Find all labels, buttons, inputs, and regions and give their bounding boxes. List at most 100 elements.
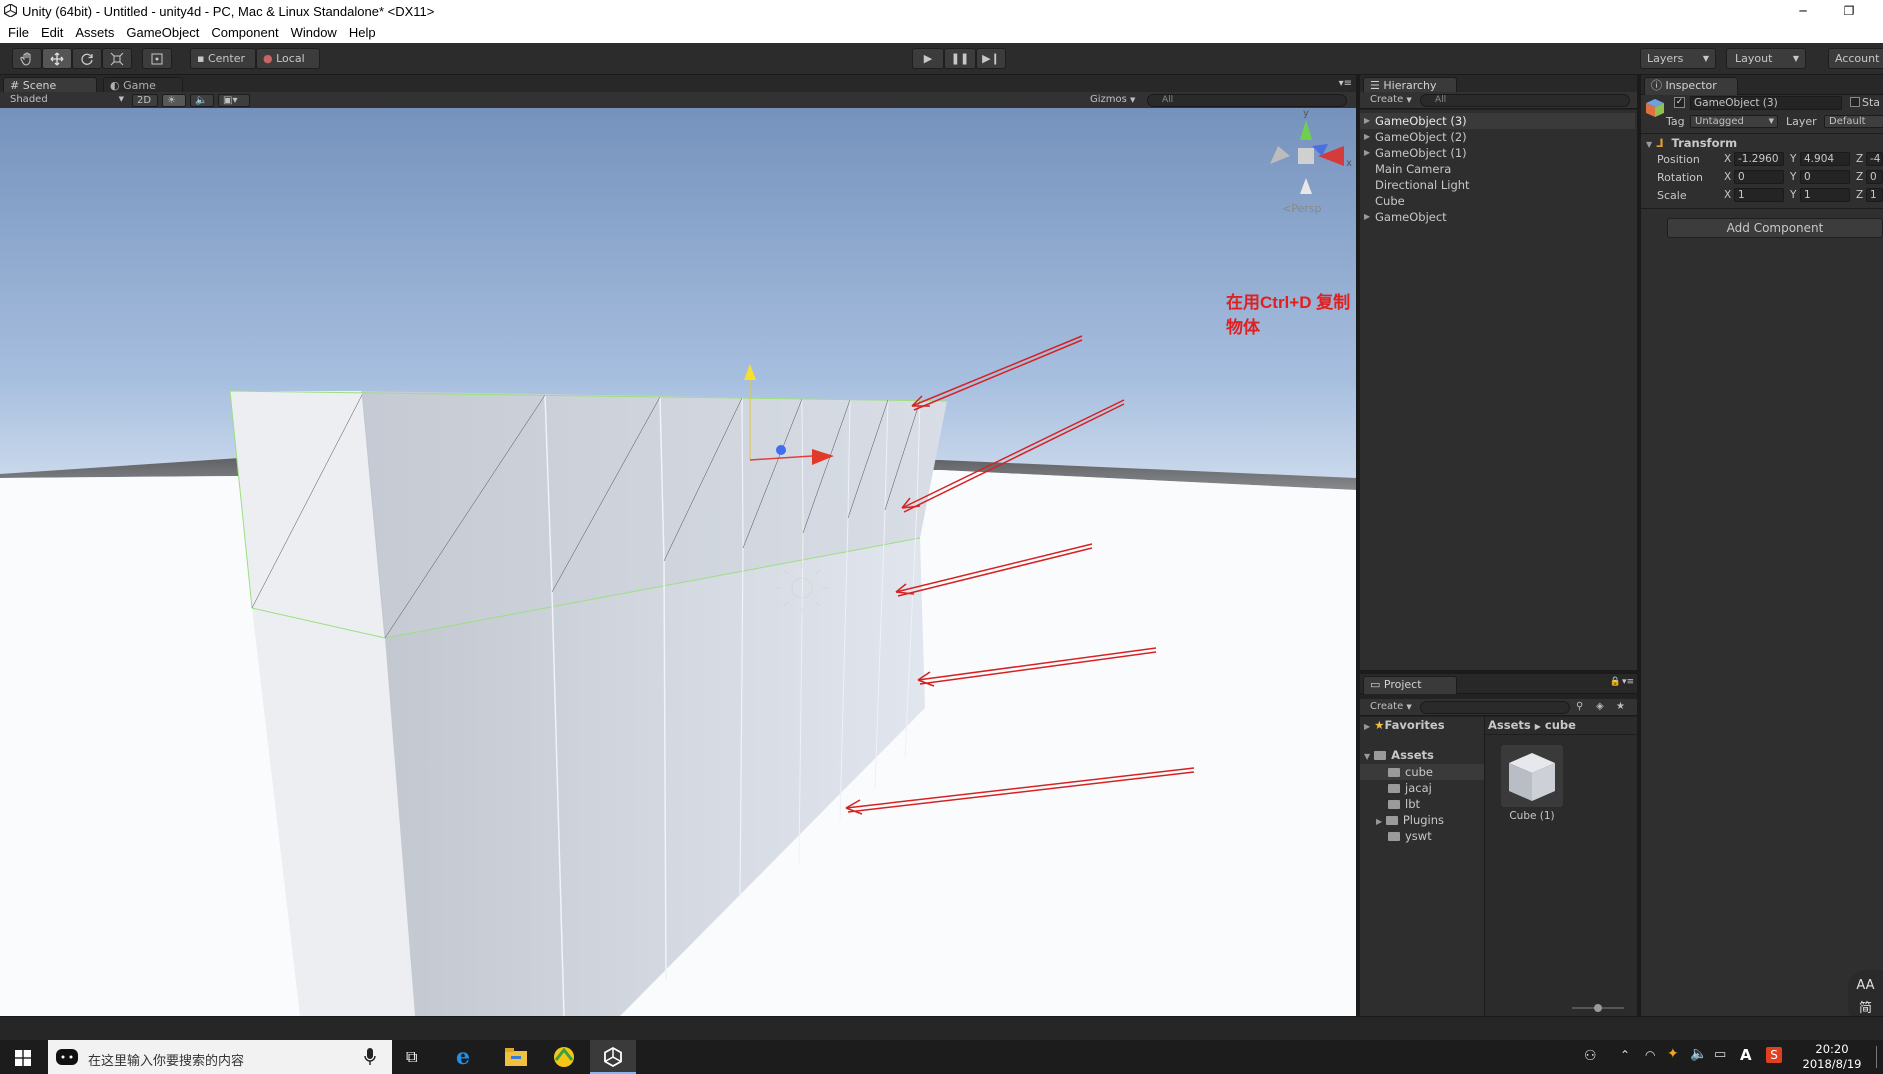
hierarchy-item-gameobject-3[interactable]: ▶ GameObject (3) <box>1360 113 1635 129</box>
hierarchy-item-cube[interactable]: Cube <box>1360 193 1635 209</box>
expand-arrow-icon[interactable]: ▶ <box>1364 722 1370 731</box>
rotate-tool-button[interactable] <box>72 48 102 69</box>
expand-arrow-icon[interactable]: ▶ <box>1364 113 1370 129</box>
hierarchy-item-gameobject-1[interactable]: ▶ GameObject (1) <box>1360 145 1635 161</box>
project-search-input[interactable] <box>1420 701 1570 714</box>
account-dropdown[interactable]: Account <box>1828 48 1883 69</box>
rotation-y-field[interactable]: 0 <box>1800 170 1850 184</box>
layers-dropdown[interactable]: Layers ▼ <box>1640 48 1716 69</box>
hand-tool-button[interactable] <box>12 48 42 69</box>
space-toggle[interactable]: ● Local <box>256 48 320 69</box>
scale-z-field[interactable]: 1 <box>1866 188 1883 202</box>
filter-type-icon[interactable]: ⚲ <box>1576 701 1583 712</box>
panel-menu-icon[interactable]: ▾≡ <box>1339 78 1352 89</box>
folder-item-jacaj[interactable]: jacaj <box>1388 780 1432 796</box>
scene-viewport[interactable]: y x <Persp 在用Ctrl+D 复制物体 <box>0 108 1356 1016</box>
folder-item-cube[interactable]: cube <box>1388 764 1433 780</box>
object-name-field[interactable]: GameObject (3) <box>1690 96 1842 110</box>
position-y-field[interactable]: 4.904 <box>1800 152 1850 166</box>
menu-edit[interactable]: Edit <box>35 23 69 43</box>
lock-icon[interactable]: 🔒 <box>1610 677 1621 687</box>
expand-arrow-icon[interactable]: ▶ <box>1364 145 1370 161</box>
scale-x-field[interactable]: 1 <box>1734 188 1784 202</box>
add-component-button[interactable]: Add Component <box>1667 218 1883 238</box>
hierarchy-item-gameobject[interactable]: ▶ GameObject <box>1360 209 1635 225</box>
gizmos-dropdown[interactable]: Gizmos ▼ <box>1086 94 1142 107</box>
menu-component[interactable]: Component <box>205 23 284 43</box>
battery-icon[interactable]: ▭ <box>1714 1047 1726 1062</box>
menu-file[interactable]: File <box>0 23 35 43</box>
volume-icon[interactable]: 🔈 <box>1690 1046 1707 1062</box>
chevron-up-icon[interactable]: ⌃ <box>1620 1048 1630 1062</box>
layer-dropdown[interactable]: Default <box>1824 115 1883 128</box>
layout-dropdown[interactable]: Layout ▼ <box>1726 48 1806 69</box>
folder-item-lbt[interactable]: lbt <box>1388 796 1420 812</box>
expand-arrow-icon[interactable]: ▶ <box>1364 129 1370 145</box>
tray-app-icon[interactable]: ✦ <box>1667 1046 1679 1062</box>
edge-browser-icon[interactable]: e <box>456 1044 470 1070</box>
slider-handle[interactable] <box>1594 1004 1602 1012</box>
step-button[interactable]: ▶❙ <box>976 48 1006 69</box>
pivot-toggle[interactable]: ▪ Center <box>190 48 256 69</box>
microphone-icon[interactable] <box>364 1048 376 1066</box>
rotation-x-field[interactable]: 0 <box>1734 170 1784 184</box>
scale-tool-button[interactable] <box>102 48 132 69</box>
file-explorer-icon[interactable] <box>505 1048 527 1066</box>
panel-menu-icon[interactable]: ▾≡ <box>1622 677 1634 687</box>
asset-cube-thumbnail[interactable] <box>1501 745 1563 807</box>
effects-dropdown[interactable]: ▣▾ <box>218 94 250 107</box>
expand-arrow-icon[interactable]: ▶ <box>1376 817 1382 826</box>
browser-app-icon[interactable] <box>552 1046 576 1068</box>
windows-start-icon[interactable] <box>15 1050 31 1066</box>
tab-project[interactable]: ▭ Project <box>1363 676 1457 694</box>
shading-mode-dropdown[interactable]: Shaded ▼ <box>6 94 126 107</box>
active-checkbox[interactable]: ✓ <box>1674 97 1685 108</box>
taskbar-search-box[interactable]: 在这里输入你要搜索的内容 <box>48 1040 392 1074</box>
unity-taskbar-button[interactable] <box>590 1040 636 1074</box>
2d-toggle[interactable]: 2D <box>132 94 158 107</box>
transform-header[interactable]: ▼ ⅃ Transform <box>1646 136 1737 150</box>
hierarchy-item-main-camera[interactable]: Main Camera <box>1360 161 1635 177</box>
scale-y-field[interactable]: 1 <box>1800 188 1850 202</box>
minimize-button[interactable]: ─ <box>1780 0 1826 23</box>
projection-label[interactable]: <Persp <box>1282 202 1321 215</box>
favorites-item[interactable]: ▶ ★Favorites <box>1364 718 1445 732</box>
filter-label-icon[interactable]: ◈ <box>1596 701 1604 712</box>
pause-button[interactable]: ❚❚ <box>944 48 976 69</box>
audio-toggle[interactable]: 🔈 <box>190 94 214 107</box>
breadcrumb-root[interactable]: Assets <box>1488 718 1531 732</box>
favorite-star-icon[interactable]: ★ <box>1616 701 1625 712</box>
assets-root-item[interactable]: ▼ Assets <box>1364 748 1434 762</box>
hierarchy-item-gameobject-2[interactable]: ▶ GameObject (2) <box>1360 129 1635 145</box>
tab-inspector[interactable]: ⓘ Inspector <box>1644 77 1738 95</box>
menu-gameobject[interactable]: GameObject <box>120 23 205 43</box>
sogou-ime-icon[interactable]: S <box>1766 1047 1782 1063</box>
play-button[interactable]: ▶ <box>912 48 944 69</box>
network-icon[interactable]: ◠ <box>1645 1048 1655 1062</box>
tag-dropdown[interactable]: Untagged ▼ <box>1690 115 1778 128</box>
show-desktop-button[interactable] <box>1876 1046 1882 1068</box>
expand-arrow-icon[interactable]: ▶ <box>1364 209 1370 225</box>
static-checkbox[interactable] <box>1850 97 1860 107</box>
menu-assets[interactable]: Assets <box>69 23 120 43</box>
input-method-icon[interactable]: A <box>1740 1046 1752 1064</box>
project-create-button[interactable]: Create ▼ <box>1366 701 1416 714</box>
menu-help[interactable]: Help <box>343 23 382 43</box>
hierarchy-create-button[interactable]: Create ▼ <box>1366 94 1416 107</box>
folder-item-yswt[interactable]: yswt <box>1388 828 1432 844</box>
taskbar-clock[interactable]: 20:20 2018/8/19 <box>1796 1042 1868 1072</box>
hierarchy-search-input[interactable]: All <box>1420 94 1630 107</box>
rect-tool-button[interactable] <box>142 48 172 69</box>
menu-window[interactable]: Window <box>285 23 343 43</box>
restore-button[interactable]: ❐ <box>1826 0 1872 23</box>
lighting-toggle[interactable]: ☀ <box>162 94 186 107</box>
position-x-field[interactable]: -1.2960 <box>1734 152 1784 166</box>
position-z-field[interactable]: -4 <box>1866 152 1883 166</box>
move-tool-button[interactable] <box>42 48 72 69</box>
scene-search-input[interactable]: All <box>1147 94 1347 107</box>
hierarchy-item-directional-light[interactable]: Directional Light <box>1360 177 1635 193</box>
task-view-icon[interactable]: ⧉ <box>406 1047 417 1067</box>
people-icon[interactable]: ⚇ <box>1584 1048 1597 1064</box>
breadcrumb-current[interactable]: cube <box>1545 718 1576 732</box>
expand-arrow-icon[interactable]: ▼ <box>1364 752 1370 761</box>
